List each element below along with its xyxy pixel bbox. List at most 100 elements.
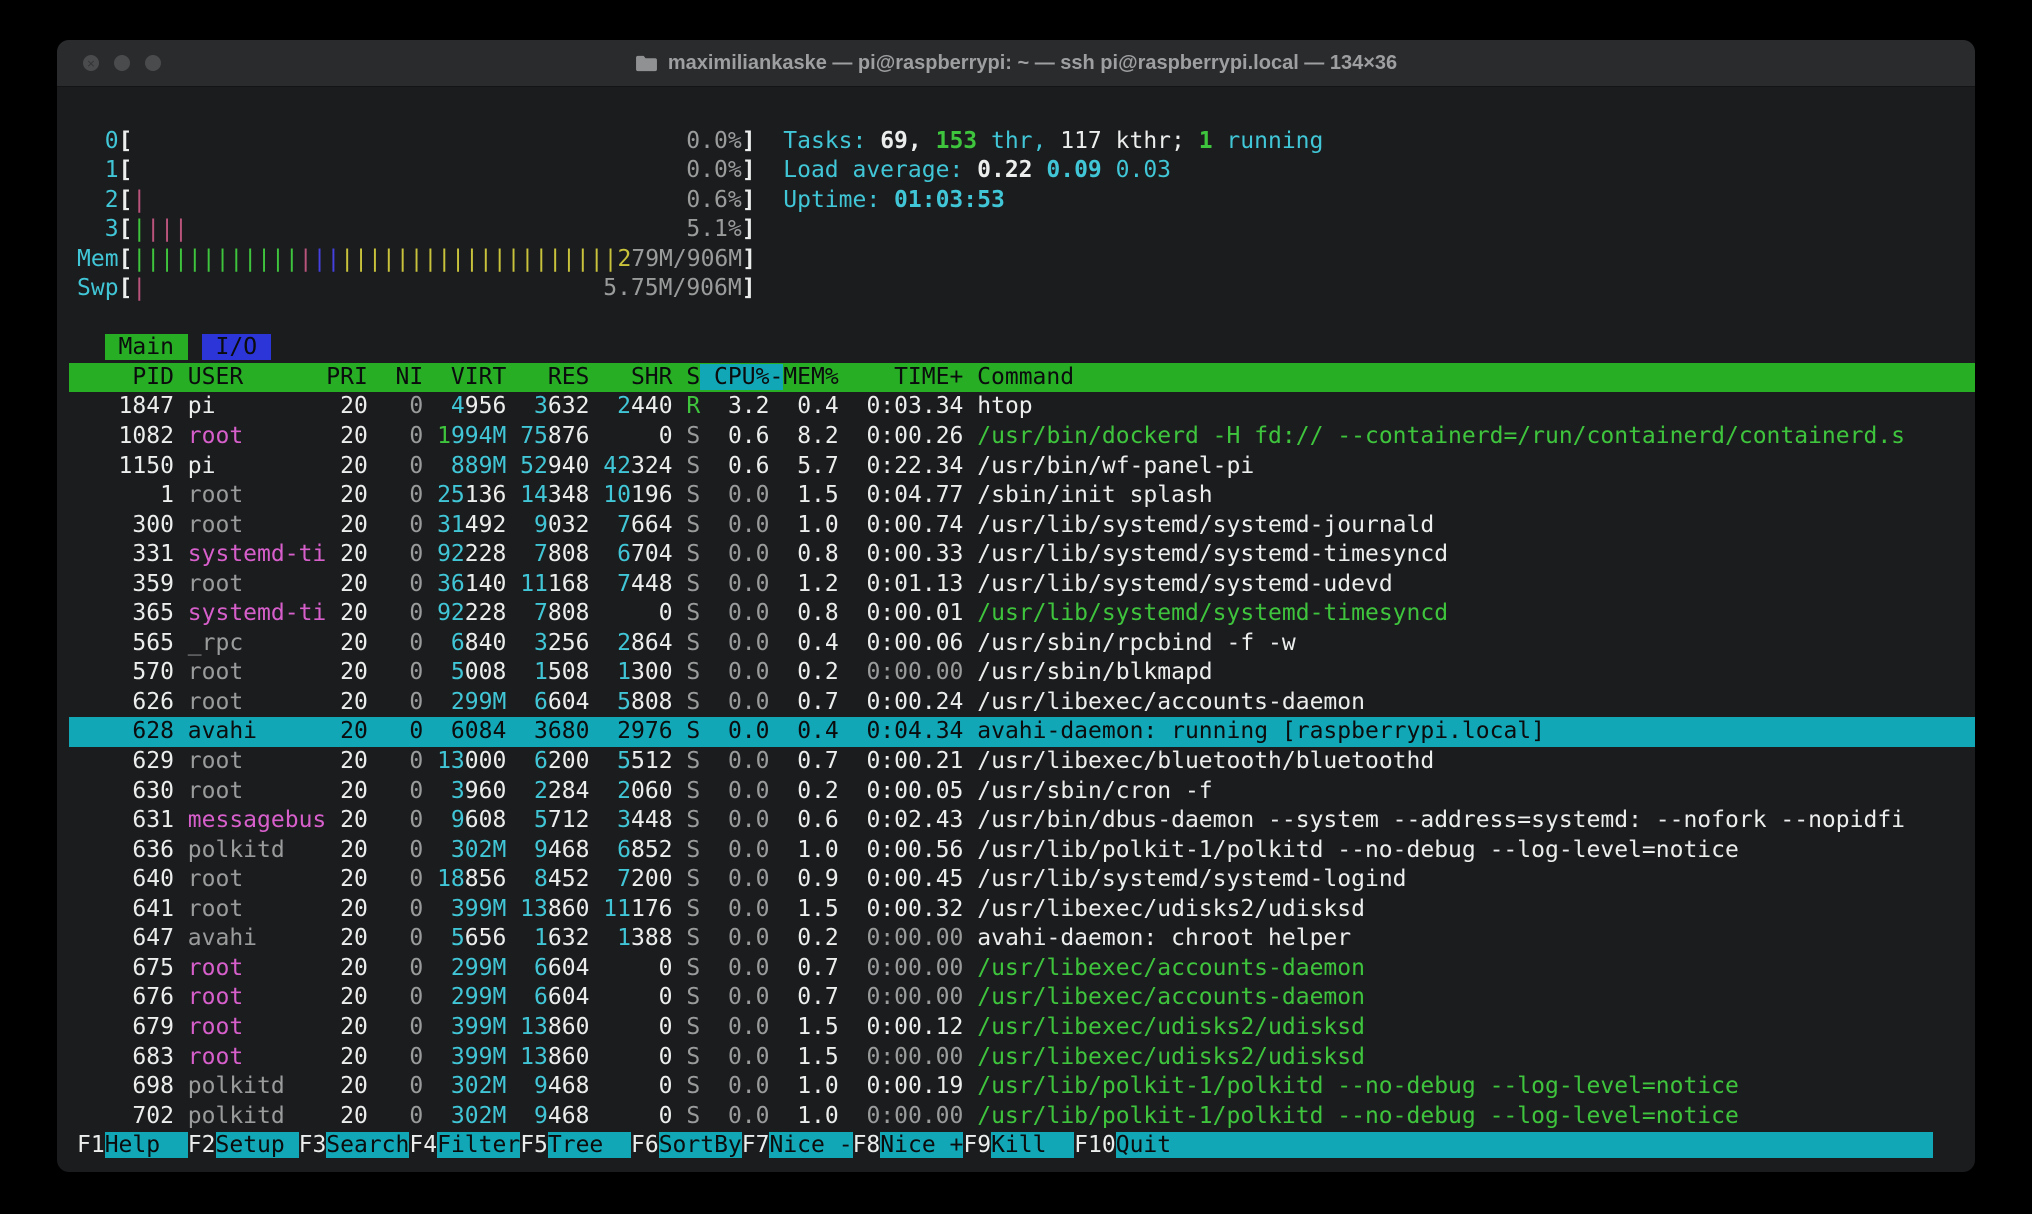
text [506, 393, 534, 419]
process-row[interactable]: 641 root 20 0 399M 13860 11176 S 0.0 1.5… [69, 895, 1975, 925]
fkey-f4-label[interactable]: Filter [437, 1132, 520, 1158]
fkey-f1[interactable]: F1 [77, 1132, 105, 1158]
process-row[interactable]: 640 root 20 0 18856 8452 7200 S 0.0 0.9 … [69, 865, 1975, 895]
cell-time: 0:22.34 [839, 453, 964, 479]
column-header-virt[interactable]: VIRT [423, 364, 506, 390]
cell-shr: 300 [631, 659, 673, 685]
process-row[interactable]: 631 messagebus 20 0 9608 5712 3448 S 0.0… [69, 806, 1975, 836]
column-header-pri[interactable]: PRI [326, 364, 368, 390]
text [963, 659, 977, 685]
process-row[interactable]: 630 root 20 0 3960 2284 2060 S 0.0 0.2 0… [69, 777, 1975, 807]
cpu-meter-2: 2[| 0.6%] Uptime: 01:03:53 [69, 186, 1975, 216]
cell-mem: 0.7 [770, 689, 839, 715]
cell-state: S [686, 1103, 700, 1129]
fkey-f6-label[interactable]: SortBy [659, 1132, 742, 1158]
cell-ni: 0 [368, 393, 423, 419]
cell-time: 0:00.00 [839, 1044, 964, 1070]
fkey-f1-label[interactable]: Help [105, 1132, 188, 1158]
process-row[interactable]: 1150 pi 20 0 889M 52940 42324 S 0.6 5.7 … [69, 452, 1975, 482]
window-titlebar[interactable]: × maximiliankaske — pi@raspberrypi: ~ — … [57, 40, 1975, 87]
cell-res: 876 [548, 423, 590, 449]
column-header-mem[interactable]: MEM% [783, 364, 838, 390]
process-row[interactable]: 702 polkitd 20 0 302M 9468 0 S 0.0 1.0 0… [69, 1102, 1975, 1132]
fkey-f2[interactable]: F2 [188, 1132, 216, 1158]
process-row[interactable]: 565 _rpc 20 0 6840 3256 2864 S 0.0 0.4 0… [69, 629, 1975, 659]
text [188, 334, 202, 360]
process-row[interactable]: 629 root 20 0 13000 6200 5512 S 0.0 0.7 … [69, 747, 1975, 777]
process-row[interactable]: 1 root 20 0 25136 14348 10196 S 0.0 1.5 … [69, 481, 1975, 511]
process-row[interactable]: 1847 pi 20 0 4956 3632 2440 R 3.2 0.4 0:… [69, 392, 1975, 422]
fkey-f8-label[interactable]: Nice + [880, 1132, 963, 1158]
fkey-f4[interactable]: F4 [409, 1132, 437, 1158]
process-row[interactable]: 626 root 20 0 299M 6604 5808 S 0.0 0.7 0… [69, 688, 1975, 718]
process-row[interactable]: 300 root 20 0 31492 9032 7664 S 0.0 1.0 … [69, 511, 1975, 541]
text [423, 955, 451, 981]
column-header-time[interactable]: TIME+ [839, 364, 964, 390]
cell-time: 0:00.24 [839, 689, 964, 715]
column-header-state[interactable]: S [673, 364, 701, 390]
process-row[interactable]: 359 root 20 0 36140 11168 7448 S 0.0 1.2… [69, 570, 1975, 600]
cell-shr: 388 [631, 925, 673, 951]
fkey-f7-label[interactable]: Nice - [769, 1132, 852, 1158]
fkey-f2-label[interactable]: Setup [216, 1132, 299, 1158]
text [673, 630, 687, 656]
column-header-res[interactable]: RES [506, 364, 589, 390]
meter-tick: | [243, 246, 257, 272]
process-row[interactable]: 647 avahi 20 0 5656 1632 1388 S 0.0 0.2 … [69, 924, 1975, 954]
column-header-command[interactable]: Command [963, 364, 1074, 390]
cell-command: avahi-daemon: running [raspberrypi.local… [977, 718, 1545, 744]
text [589, 1014, 658, 1040]
cell-ni: 0 [368, 571, 423, 597]
column-header-ni[interactable]: NI [368, 364, 423, 390]
text [673, 453, 687, 479]
text [963, 393, 977, 419]
cell-shr: 060 [631, 778, 673, 804]
cell-state: S [686, 1014, 700, 1040]
meter-tick: | [437, 246, 451, 272]
cell-res: 452 [548, 866, 590, 892]
process-row[interactable]: 636 polkitd 20 0 302M 9468 6852 S 0.0 1.… [69, 836, 1975, 866]
column-header-user[interactable]: USER [188, 364, 326, 390]
fkey-f9-label[interactable]: Kill [991, 1132, 1074, 1158]
cell-virt: 008 [465, 659, 507, 685]
column-header-pid[interactable]: PID [77, 364, 174, 390]
table-header: PID USER PRI NI VIRT RES SHR S CPU%-MEM%… [69, 363, 1975, 393]
fkey-f5-label[interactable]: Tree [548, 1132, 631, 1158]
text [423, 837, 451, 863]
cell-shr: 2 [617, 630, 631, 656]
tab-io[interactable]: I/O [202, 334, 271, 360]
zoom-button[interactable] [145, 55, 161, 71]
cell-time: 0:00.56 [839, 837, 964, 863]
process-row[interactable]: 628 avahi 20 0 6084 3680 2976 S 0.0 0.4 … [69, 717, 1975, 747]
fkey-f9[interactable]: F9 [963, 1132, 991, 1158]
cell-command: /usr/lib/polkit-1/polkitd --no-debug --l… [977, 1103, 1739, 1129]
process-row[interactable]: 676 root 20 0 299M 6604 0 S 0.0 0.7 0:00… [69, 983, 1975, 1013]
text [963, 718, 977, 744]
fkey-f10[interactable]: F10 [1074, 1132, 1116, 1158]
fkey-f10-label[interactable]: Quit [1116, 1132, 1199, 1158]
fkey-f3[interactable]: F3 [299, 1132, 327, 1158]
column-header-cpu[interactable]: CPU%- [700, 364, 783, 390]
process-row[interactable]: 683 root 20 0 399M 13860 0 S 0.0 1.5 0:0… [69, 1043, 1975, 1073]
process-row[interactable]: 331 systemd-ti 20 0 92228 7808 6704 S 0.… [69, 540, 1975, 570]
process-row[interactable]: 1082 root 20 0 1994M 75876 0 S 0.6 8.2 0… [69, 422, 1975, 452]
process-row[interactable]: 679 root 20 0 399M 13860 0 S 0.0 1.5 0:0… [69, 1013, 1975, 1043]
process-row[interactable]: 698 polkitd 20 0 302M 9468 0 S 0.0 1.0 0… [69, 1072, 1975, 1102]
fkey-f5[interactable]: F5 [520, 1132, 548, 1158]
tab-main[interactable]: Main [105, 334, 188, 360]
fkey-f7[interactable]: F7 [742, 1132, 770, 1158]
text [673, 689, 687, 715]
process-row[interactable]: 570 root 20 0 5008 1508 1300 S 0.0 0.2 0… [69, 658, 1975, 688]
cell-cpu: 0.0 [700, 925, 769, 951]
minimize-button[interactable] [114, 55, 130, 71]
fkey-f6[interactable]: F6 [631, 1132, 659, 1158]
text [174, 482, 188, 508]
fkey-f8[interactable]: F8 [853, 1132, 881, 1158]
process-row[interactable]: 675 root 20 0 299M 6604 0 S 0.0 0.7 0:00… [69, 954, 1975, 984]
column-header-shr[interactable]: SHR [589, 364, 672, 390]
process-row[interactable]: 365 systemd-ti 20 0 92228 7808 0 S 0.0 0… [69, 599, 1975, 629]
cell-res: 9 [534, 512, 548, 538]
cell-pid: 629 [77, 748, 174, 774]
close-button[interactable]: × [83, 55, 99, 71]
fkey-f3-label[interactable]: Search [326, 1132, 409, 1158]
